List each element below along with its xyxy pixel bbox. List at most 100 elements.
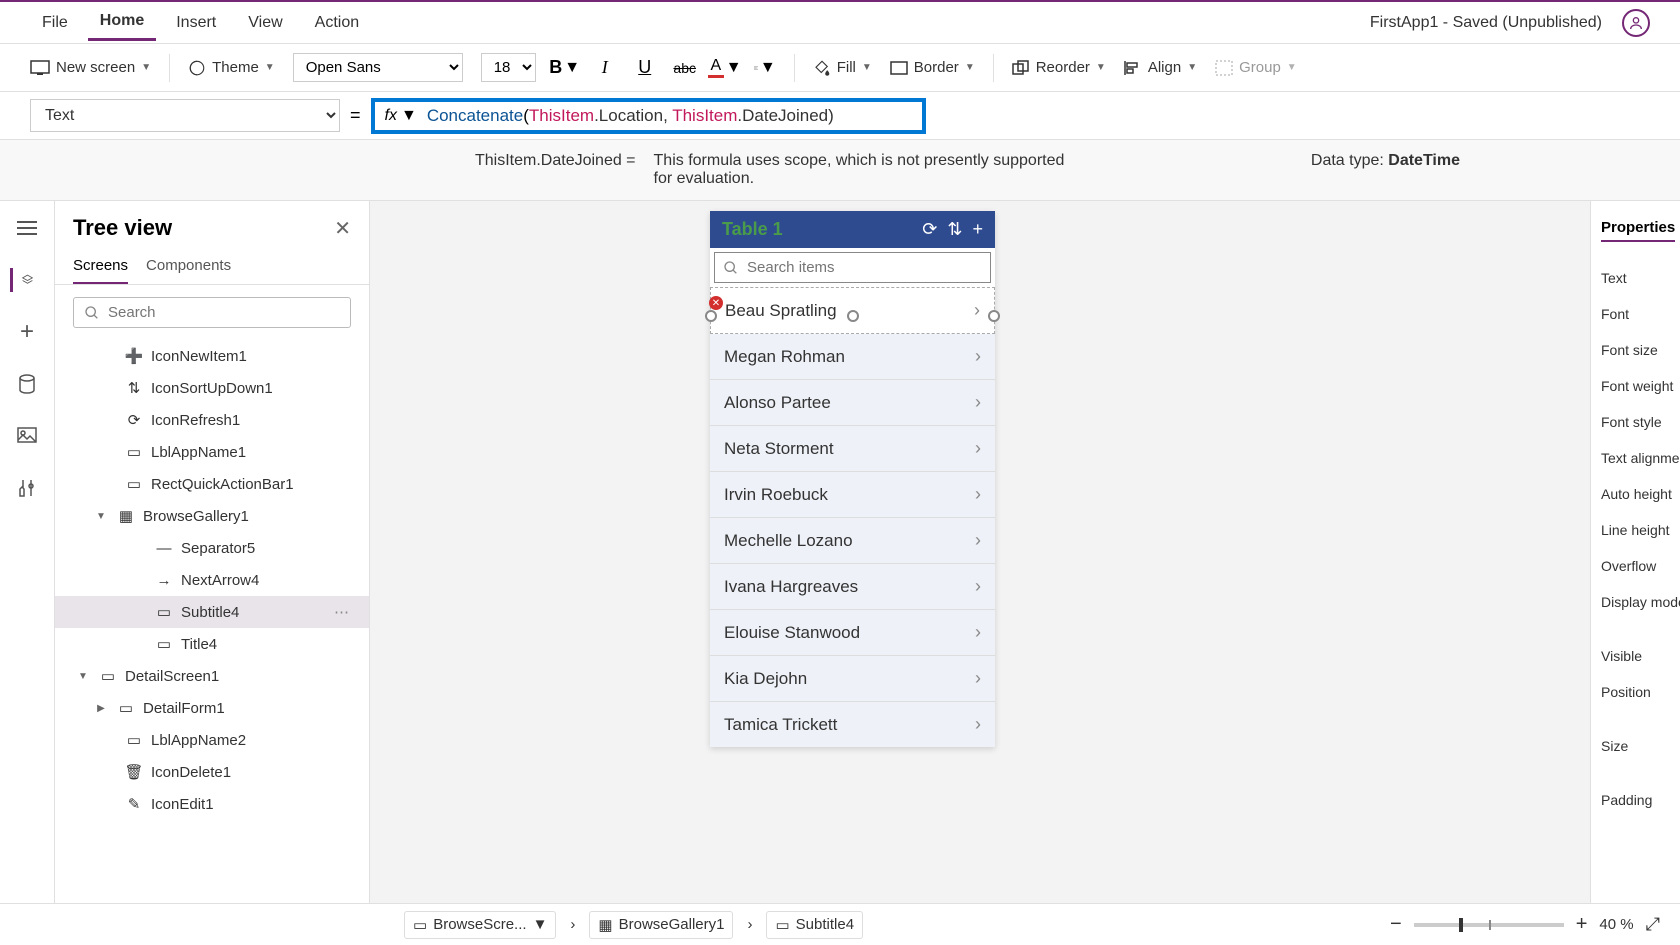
prop-position[interactable]: Position [1601, 674, 1670, 710]
gallery-item[interactable]: Megan Rohman› [710, 334, 995, 380]
tree-item-iconsort[interactable]: ⇅IconSortUpDown1 [55, 372, 369, 404]
tree-item-iconnewitem[interactable]: ➕IconNewItem1 [55, 340, 369, 372]
zoom-in-button[interactable]: + [1576, 913, 1588, 936]
tab-file[interactable]: File [30, 6, 80, 40]
group-button[interactable]: Group ▼ [1215, 59, 1297, 76]
theme-button[interactable]: Theme ▼ [188, 59, 275, 77]
gallery-item[interactable]: Mechelle Lozano› [710, 518, 995, 564]
sort-icon[interactable]: ⇅ [947, 219, 962, 240]
tree-item-separator[interactable]: —Separator5 [55, 532, 369, 564]
resize-handle[interactable] [847, 310, 859, 322]
prop-textalign[interactable]: Text alignme [1601, 440, 1670, 476]
properties-header[interactable]: Properties [1601, 219, 1675, 242]
add-icon[interactable]: + [972, 219, 983, 240]
chevron-right-icon[interactable]: › [975, 576, 981, 597]
tab-screens[interactable]: Screens [73, 249, 128, 284]
bold-button[interactable]: B▼ [554, 57, 576, 79]
underline-button[interactable]: U [634, 57, 656, 79]
property-select[interactable]: Text [30, 99, 340, 132]
gallery-item[interactable]: Elouise Stanwood› [710, 610, 995, 656]
tree-item-subtitle4[interactable]: ▭Subtitle4⋯ [55, 596, 369, 628]
zoom-out-button[interactable]: − [1390, 913, 1402, 936]
prop-fontstyle[interactable]: Font style [1601, 404, 1670, 440]
breadcrumb-screen[interactable]: ▭ BrowseScre... ▼ [404, 911, 556, 939]
tab-action[interactable]: Action [303, 6, 371, 40]
font-size-select[interactable]: 18 [481, 53, 536, 82]
database-icon[interactable] [15, 372, 39, 396]
tree-item-title4[interactable]: ▭Title4 [55, 628, 369, 660]
tree-item-lblappname[interactable]: ▭LblAppName1 [55, 436, 369, 468]
chevron-down-icon[interactable]: ▼ [75, 671, 91, 682]
layers-icon[interactable] [10, 268, 34, 292]
resize-handle[interactable] [705, 310, 717, 322]
gallery-item[interactable]: ✕ Beau Spratling › [710, 287, 995, 334]
tree-item-nextarrow[interactable]: →NextArrow4 [55, 564, 369, 596]
chevron-right-icon[interactable]: › [975, 668, 981, 689]
align-button[interactable]: Align ▼ [1124, 59, 1197, 76]
font-family-select[interactable]: Open Sans [293, 53, 463, 82]
italic-button[interactable]: I [594, 57, 616, 79]
prop-text[interactable]: Text [1601, 260, 1670, 296]
phone-preview[interactable]: Table 1 ⟳ ⇅ + ✕ Beau Spratling › [710, 211, 995, 747]
gallery-item[interactable]: Ivana Hargreaves› [710, 564, 995, 610]
zoom-slider[interactable] [1414, 923, 1564, 927]
chevron-right-icon[interactable]: › [975, 530, 981, 551]
tree-item-iconrefresh[interactable]: ⟳IconRefresh1 [55, 404, 369, 436]
prop-size[interactable]: Size [1601, 728, 1670, 764]
chevron-right-icon[interactable]: › [975, 346, 981, 367]
formula-bar[interactable]: fx▼ Concatenate(ThisItem.Location, ThisI… [371, 98, 926, 134]
user-avatar-icon[interactable] [1622, 9, 1650, 37]
prop-visible[interactable]: Visible [1601, 638, 1670, 674]
close-icon[interactable]: ✕ [334, 216, 351, 241]
refresh-icon[interactable]: ⟳ [922, 219, 937, 240]
chevron-down-icon[interactable]: ▼ [93, 511, 109, 522]
prop-lineheight[interactable]: Line height [1601, 512, 1670, 548]
hamburger-icon[interactable] [15, 216, 39, 240]
chevron-right-icon[interactable]: › [975, 484, 981, 505]
tree-item-detailform[interactable]: ▶▭DetailForm1 [55, 692, 369, 724]
gallery-item[interactable]: Alonso Partee› [710, 380, 995, 426]
tab-view[interactable]: View [236, 6, 294, 40]
more-icon[interactable]: ⋯ [334, 603, 359, 621]
strikethrough-button[interactable]: abc [674, 57, 696, 79]
gallery-item[interactable]: Irvin Roebuck› [710, 472, 995, 518]
tree-item-rectqab[interactable]: ▭RectQuickActionBar1 [55, 468, 369, 500]
tab-home[interactable]: Home [88, 4, 156, 41]
expand-icon[interactable]: ⤢ [1646, 914, 1660, 935]
prop-overflow[interactable]: Overflow [1601, 548, 1670, 584]
prop-font[interactable]: Font [1601, 296, 1670, 332]
chevron-right-icon[interactable]: › [975, 392, 981, 413]
chevron-right-icon[interactable]: ▶ [93, 703, 109, 714]
prop-autoheight[interactable]: Auto height [1601, 476, 1670, 512]
font-color-button[interactable]: A ▼ [714, 57, 736, 79]
fill-button[interactable]: Fill ▼ [813, 59, 872, 77]
tree-search-input[interactable] [73, 297, 351, 328]
prop-fontweight[interactable]: Font weight [1601, 368, 1670, 404]
gallery-item[interactable]: Kia Dejohn› [710, 656, 995, 702]
tab-components[interactable]: Components [146, 249, 231, 284]
tools-icon[interactable] [15, 476, 39, 500]
border-button[interactable]: Border ▼ [890, 59, 975, 76]
chevron-right-icon[interactable]: › [975, 714, 981, 735]
chevron-right-icon[interactable]: › [975, 438, 981, 459]
tree-item-browsegallery[interactable]: ▼▦BrowseGallery1 [55, 500, 369, 532]
breadcrumb-gallery[interactable]: ▦ BrowseGallery1 [589, 911, 733, 939]
gallery-item[interactable]: Neta Storment› [710, 426, 995, 472]
tree-item-iconedit[interactable]: ✎IconEdit1 [55, 788, 369, 820]
chevron-right-icon[interactable]: › [975, 622, 981, 643]
reorder-button[interactable]: Reorder ▼ [1012, 59, 1106, 76]
tree-item-detailscreen[interactable]: ▼▭DetailScreen1 [55, 660, 369, 692]
resize-handle[interactable] [988, 310, 1000, 322]
text-align-button[interactable]: ▼ [754, 57, 776, 79]
tab-insert[interactable]: Insert [164, 6, 228, 40]
prop-padding[interactable]: Padding [1601, 782, 1670, 818]
new-screen-button[interactable]: New screen ▼ [30, 59, 151, 76]
tree-item-lblappname2[interactable]: ▭LblAppName2 [55, 724, 369, 756]
gallery-search[interactable] [714, 252, 991, 283]
fx-icon[interactable]: fx▼ [385, 107, 417, 125]
prop-fontsize[interactable]: Font size [1601, 332, 1670, 368]
prop-displaymode[interactable]: Display mode [1601, 584, 1670, 620]
media-icon[interactable] [15, 424, 39, 448]
add-icon[interactable]: + [15, 320, 39, 344]
breadcrumb-subtitle[interactable]: ▭ Subtitle4 [766, 911, 863, 939]
